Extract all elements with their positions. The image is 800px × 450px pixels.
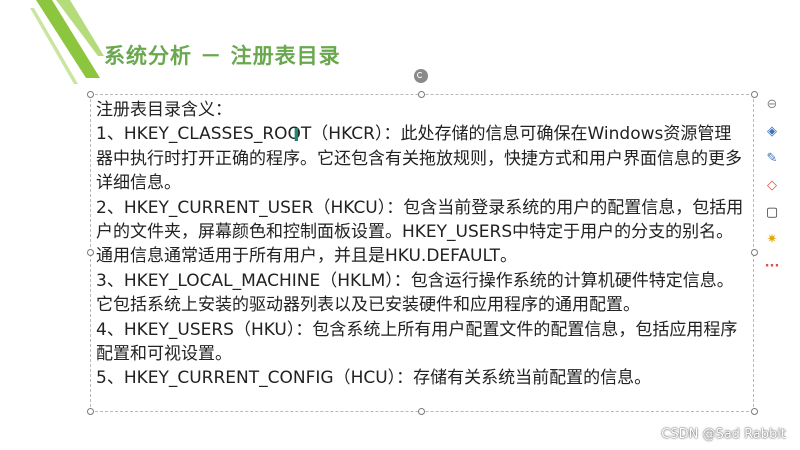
collapse-icon[interactable]: ⊖ [761,94,783,116]
slide-title: 系统分析 － 注册表目录 [104,44,341,68]
paragraph-item: 4、HKEY_USERS（HKU）：包含系统上所有用户配置文件的配置信息，包括应… [96,319,738,365]
paragraph-heading: 注册表目录含义： [96,100,232,120]
rotate-handle[interactable] [414,69,428,83]
more-icon[interactable]: ··· [761,256,783,278]
more-glyph: ··· [764,259,780,274]
collapse-glyph: ⊖ [766,97,778,112]
watermark: CSDN @Sad Rabbit [661,427,786,442]
text-cursor-icon: I [293,125,300,146]
resize-handle-bottom-right[interactable] [751,408,758,415]
border-glyph: ▢ [765,205,779,220]
resize-handle-right[interactable] [751,249,758,256]
fill-icon[interactable]: ◇ [761,175,783,197]
resize-handle-left[interactable] [87,249,94,256]
resize-handle-top[interactable] [418,91,425,98]
pen-icon[interactable]: ✎ [761,148,783,170]
paragraph-item: 3、HKEY_LOCAL_MACHINE（HKLM）：包含运行操作系统的计算机硬… [96,270,734,316]
border-icon[interactable]: ▢ [761,202,783,224]
paragraph-item: 2、HKEY_CURRENT_USER（HKCU）：包含当前登录系统的用户的配置… [96,197,744,267]
layers-icon[interactable]: ◈ [761,121,783,143]
fill-glyph: ◇ [767,178,777,193]
pen-glyph: ✎ [766,151,778,166]
resize-handle-bottom[interactable] [418,408,425,415]
floating-toolbar: ⊖ ◈ ✎ ◇ ▢ ✷ ··· [761,94,783,283]
slide-canvas: 系统分析 － 注册表目录 注册表目录含义： 1、HKEY_CLASSES_ROO… [0,0,800,450]
animation-glyph: ✷ [766,232,778,247]
layers-glyph: ◈ [767,124,777,139]
paragraph-item: 5、HKEY_CURRENT_CONFIG（HCU）：存储有关系统当前配置的信息… [96,368,652,389]
resize-handle-bottom-left[interactable] [87,408,94,415]
resize-handle-top-left[interactable] [87,91,94,98]
animation-icon[interactable]: ✷ [761,229,783,251]
resize-handle-top-right[interactable] [751,91,758,98]
text-box-content[interactable]: 注册表目录含义： 1、HKEY_CLASSES_ROOT（HKCR）：此处存储的… [96,98,748,391]
paragraph-item: 1、HKEY_CLASSES_ROOT（HKCR）：此处存储的信息可确保在Win… [96,124,742,194]
